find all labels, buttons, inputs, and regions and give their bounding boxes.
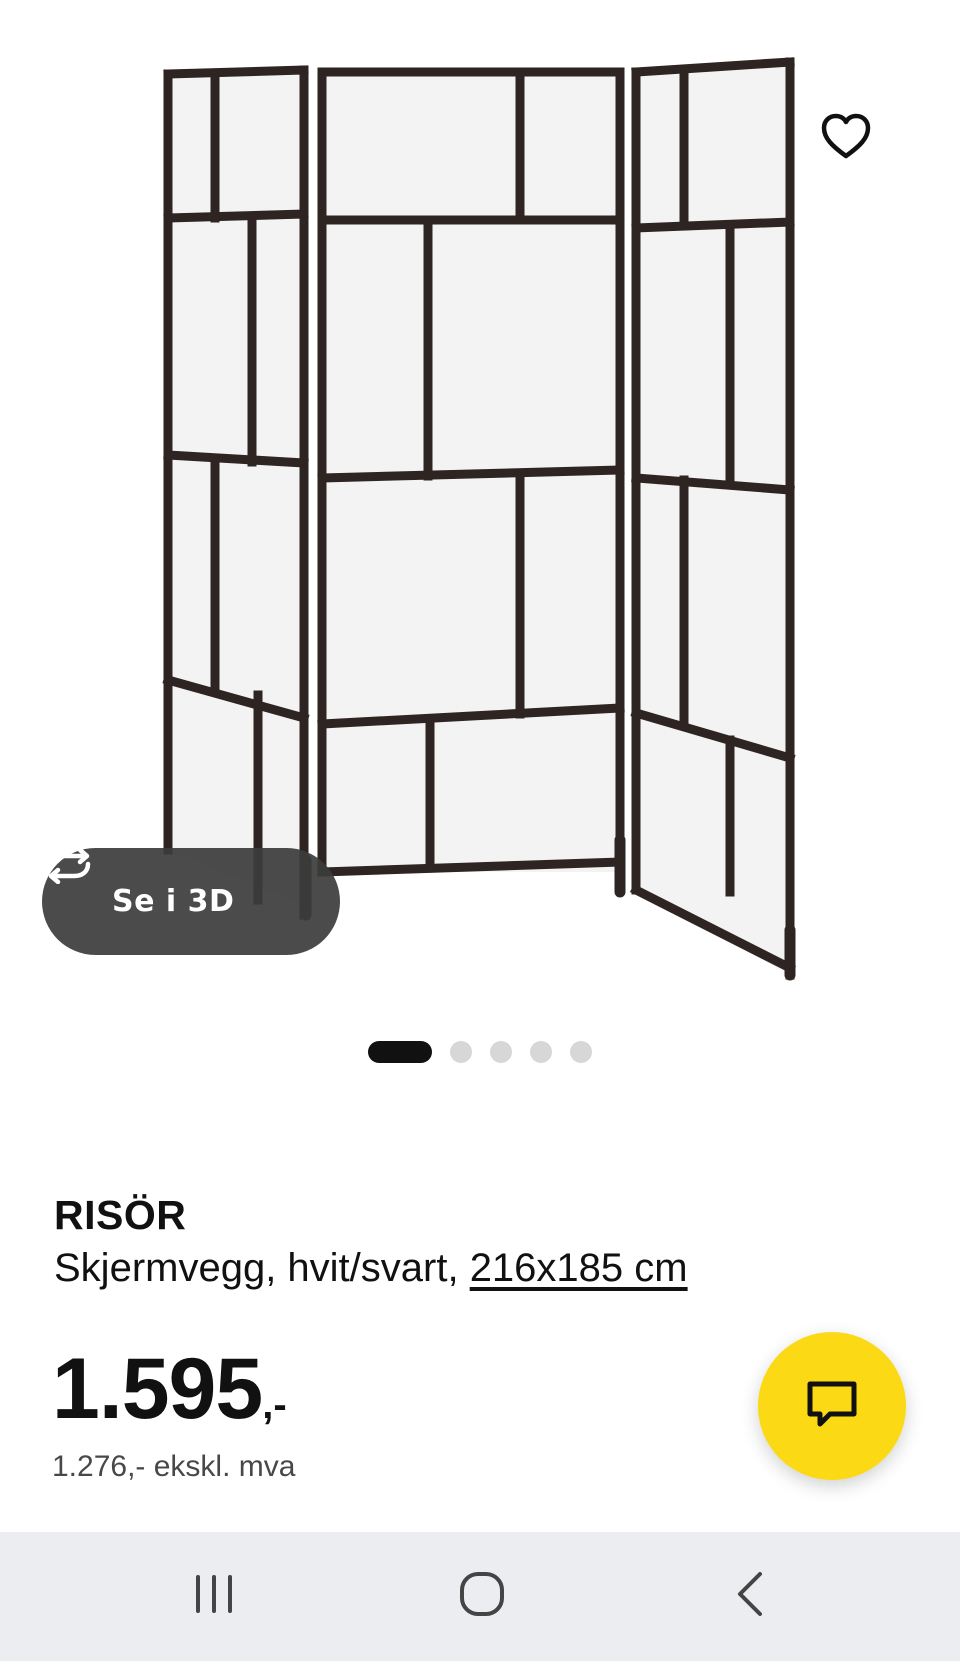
pagination-dot[interactable] <box>450 1041 472 1063</box>
product-description-text: Skjermvegg, hvit/svart, <box>54 1246 470 1290</box>
nav-recents-button[interactable] <box>114 1532 314 1661</box>
product-description: Skjermvegg, hvit/svart, 216x185 cm <box>54 1246 688 1291</box>
chat-button[interactable] <box>758 1332 906 1480</box>
size-link[interactable]: 216x185 cm <box>470 1246 688 1290</box>
product-image[interactable]: Se i 3D <box>0 0 960 1010</box>
system-navigation-bar <box>0 1532 960 1661</box>
pagination-dot[interactable] <box>490 1041 512 1063</box>
nav-home-button[interactable] <box>382 1532 582 1661</box>
price-suffix: ,- <box>262 1383 287 1427</box>
product-brand: RISÖR <box>54 1192 187 1238</box>
price-excluding-vat: 1.276,- ekskl. mva <box>52 1450 296 1483</box>
home-icon <box>458 1570 506 1623</box>
view-3d-button[interactable]: Se i 3D <box>42 848 340 955</box>
view-3d-label: Se i 3D <box>112 884 235 919</box>
favorite-button[interactable] <box>820 112 886 178</box>
pagination-dot[interactable] <box>570 1041 592 1063</box>
pagination-dot-active[interactable] <box>368 1041 432 1063</box>
price-main: 1.595 <box>52 1341 263 1437</box>
chat-bubble-icon <box>804 1378 860 1435</box>
back-icon <box>734 1570 766 1623</box>
recents-icon <box>192 1573 236 1620</box>
product-price: 1.595,- <box>52 1340 287 1439</box>
pagination-dot[interactable] <box>530 1041 552 1063</box>
image-pagination <box>0 1038 960 1066</box>
nav-back-button[interactable] <box>650 1532 850 1661</box>
